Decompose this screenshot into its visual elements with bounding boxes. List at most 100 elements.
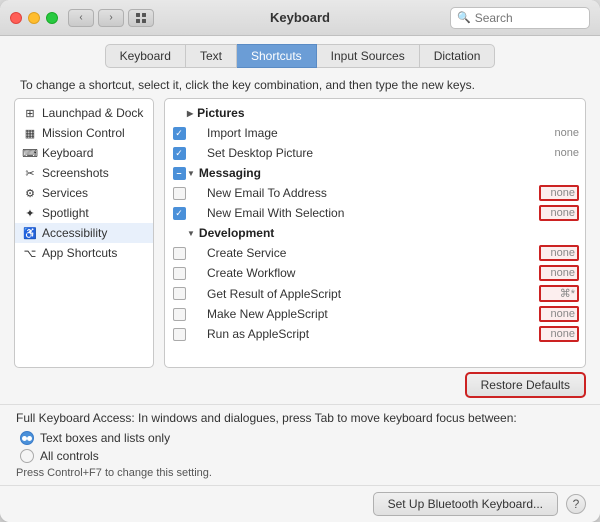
- shortcut-create-service[interactable]: Create Service none: [165, 243, 585, 263]
- window: ‹ › Keyboard 🔍 Keyboard Text Shortcuts I…: [0, 0, 600, 522]
- bottom-section: Full Keyboard Access: In windows and dia…: [0, 404, 600, 485]
- shortcut-create-service-key: none: [539, 245, 579, 261]
- sidebar-item-spotlight[interactable]: ✦ Spotlight: [15, 203, 153, 223]
- sidebar-item-accessibility[interactable]: ♿ Accessibility: [15, 223, 153, 243]
- control-note: Press Control+F7 to change this setting.: [16, 467, 584, 485]
- sidebar: ⊞ Launchpad & Dock ▦ Mission Control ⌨ K…: [14, 98, 154, 368]
- shortcut-get-result[interactable]: Get Result of AppleScript ⌘*: [165, 283, 585, 304]
- shortcut-set-desktop-key: none: [539, 147, 579, 159]
- checkbox-minus-icon: –: [173, 167, 186, 180]
- shortcut-make-new[interactable]: Make New AppleScript none: [165, 304, 585, 324]
- checkbox-empty6: [173, 328, 186, 341]
- spotlight-icon: ✦: [23, 206, 37, 220]
- triangle-icon: ▶: [187, 109, 193, 118]
- launchpad-icon: ⊞: [23, 106, 37, 120]
- category-messaging[interactable]: – ▼ Messaging: [165, 163, 585, 183]
- shortcut-set-desktop-label: Set Desktop Picture: [187, 146, 539, 160]
- checkbox-checked-icon: ✓: [173, 127, 186, 140]
- maximize-button[interactable]: [46, 12, 58, 24]
- close-button[interactable]: [10, 12, 22, 24]
- search-input[interactable]: [475, 11, 583, 25]
- category-pictures-label: Pictures: [197, 106, 244, 120]
- screenshots-icon: ✂: [23, 166, 37, 180]
- shortcut-create-service-label: Create Service: [187, 246, 539, 260]
- shortcut-get-result-label: Get Result of AppleScript: [187, 287, 539, 301]
- main-content: ⊞ Launchpad & Dock ▦ Mission Control ⌨ K…: [0, 98, 600, 368]
- radio-all-controls-btn[interactable]: [20, 449, 34, 463]
- tabs-bar: Keyboard Text Shortcuts Input Sources Di…: [0, 36, 600, 68]
- radio-all-controls-label: All controls: [40, 449, 99, 463]
- triangle-icon2: ▼: [187, 169, 195, 178]
- window-title: Keyboard: [270, 10, 330, 25]
- radio-text-boxes[interactable]: Text boxes and lists only: [16, 431, 584, 445]
- restore-defaults-button[interactable]: Restore Defaults: [465, 372, 586, 398]
- grid-button[interactable]: [128, 9, 154, 27]
- search-box[interactable]: 🔍: [450, 7, 590, 29]
- footer-bar: Set Up Bluetooth Keyboard... ?: [0, 485, 600, 522]
- back-button[interactable]: ‹: [68, 9, 94, 27]
- instruction-text: To change a shortcut, select it, click t…: [0, 68, 600, 98]
- category-development-label: Development: [199, 226, 274, 240]
- checkbox-empty2: [173, 247, 186, 260]
- forward-button[interactable]: ›: [98, 9, 124, 27]
- tab-keyboard[interactable]: Keyboard: [105, 44, 186, 68]
- shortcut-new-email-selection-label: New Email With Selection: [187, 206, 539, 220]
- accessibility-icon: ♿: [23, 226, 37, 240]
- category-pictures[interactable]: ▶ Pictures: [165, 103, 585, 123]
- shortcut-make-new-key: none: [539, 306, 579, 322]
- sidebar-item-app-shortcuts[interactable]: ⌥ App Shortcuts: [15, 243, 153, 263]
- checkbox-checked-icon2: ✓: [173, 147, 186, 160]
- pictures-check: [171, 106, 187, 120]
- shortcut-new-email-address[interactable]: New Email To Address none: [165, 183, 585, 203]
- triangle-icon3: ▼: [187, 229, 195, 238]
- sidebar-item-keyboard[interactable]: ⌨ Keyboard: [15, 143, 153, 163]
- shortcut-create-workflow[interactable]: Create Workflow none: [165, 263, 585, 283]
- tab-shortcuts[interactable]: Shortcuts: [237, 44, 317, 68]
- sidebar-item-screenshots[interactable]: ✂ Screenshots: [15, 163, 153, 183]
- minimize-button[interactable]: [28, 12, 40, 24]
- shortcut-set-desktop[interactable]: ✓ Set Desktop Picture none: [165, 143, 585, 163]
- tab-dictation[interactable]: Dictation: [420, 44, 496, 68]
- radio-dot: [22, 436, 27, 441]
- shortcut-new-email-selection[interactable]: ✓ New Email With Selection none: [165, 203, 585, 223]
- search-icon: 🔍: [457, 11, 471, 24]
- shortcut-get-result-key: ⌘*: [539, 285, 579, 302]
- radio-text-boxes-btn[interactable]: [20, 431, 34, 445]
- shortcut-run-as-label: Run as AppleScript: [187, 327, 539, 341]
- shortcuts-panel: ▶ Pictures ✓ Import Image none ✓ Set Des…: [164, 98, 586, 368]
- checkbox-checked-icon3: ✓: [173, 207, 186, 220]
- shortcut-run-as[interactable]: Run as AppleScript none: [165, 324, 585, 344]
- shortcut-run-as-key: none: [539, 326, 579, 342]
- tab-input-sources[interactable]: Input Sources: [317, 44, 420, 68]
- keyboard-icon: ⌨: [23, 146, 37, 160]
- shortcut-make-new-label: Make New AppleScript: [187, 307, 539, 321]
- shortcut-import-image-label: Import Image: [187, 126, 539, 140]
- shortcut-create-workflow-key: none: [539, 265, 579, 281]
- category-messaging-label: Messaging: [199, 166, 261, 180]
- titlebar: ‹ › Keyboard 🔍: [0, 0, 600, 36]
- shortcut-create-workflow-label: Create Workflow: [187, 266, 539, 280]
- checkbox-empty-icon: [173, 187, 186, 200]
- help-button[interactable]: ?: [566, 494, 586, 514]
- tab-text[interactable]: Text: [186, 44, 237, 68]
- app-shortcuts-icon: ⌥: [23, 246, 37, 260]
- sidebar-item-launchpad[interactable]: ⊞ Launchpad & Dock: [15, 103, 153, 123]
- category-development[interactable]: ▼ Development: [165, 223, 585, 243]
- full-keyboard-access-label: Full Keyboard Access: In windows and dia…: [16, 411, 584, 425]
- sidebar-item-services[interactable]: ⚙ Services: [15, 183, 153, 203]
- sidebar-item-mission-control[interactable]: ▦ Mission Control: [15, 123, 153, 143]
- checkbox-empty3: [173, 267, 186, 280]
- bluetooth-button[interactable]: Set Up Bluetooth Keyboard...: [373, 492, 558, 516]
- restore-defaults-area: Restore Defaults: [0, 368, 600, 404]
- nav-buttons: ‹ ›: [68, 9, 124, 27]
- radio-all-controls[interactable]: All controls: [16, 449, 584, 463]
- mission-control-icon: ▦: [23, 126, 37, 140]
- radio-text-boxes-label: Text boxes and lists only: [40, 431, 170, 445]
- shortcut-import-image[interactable]: ✓ Import Image none: [165, 123, 585, 143]
- shortcut-new-email-address-key: none: [539, 185, 579, 201]
- shortcut-import-image-key: none: [539, 127, 579, 139]
- shortcut-new-email-address-label: New Email To Address: [187, 186, 539, 200]
- checkbox-empty5: [173, 308, 186, 321]
- shortcut-new-email-selection-key: none: [539, 205, 579, 221]
- checkbox-empty4: [173, 287, 186, 300]
